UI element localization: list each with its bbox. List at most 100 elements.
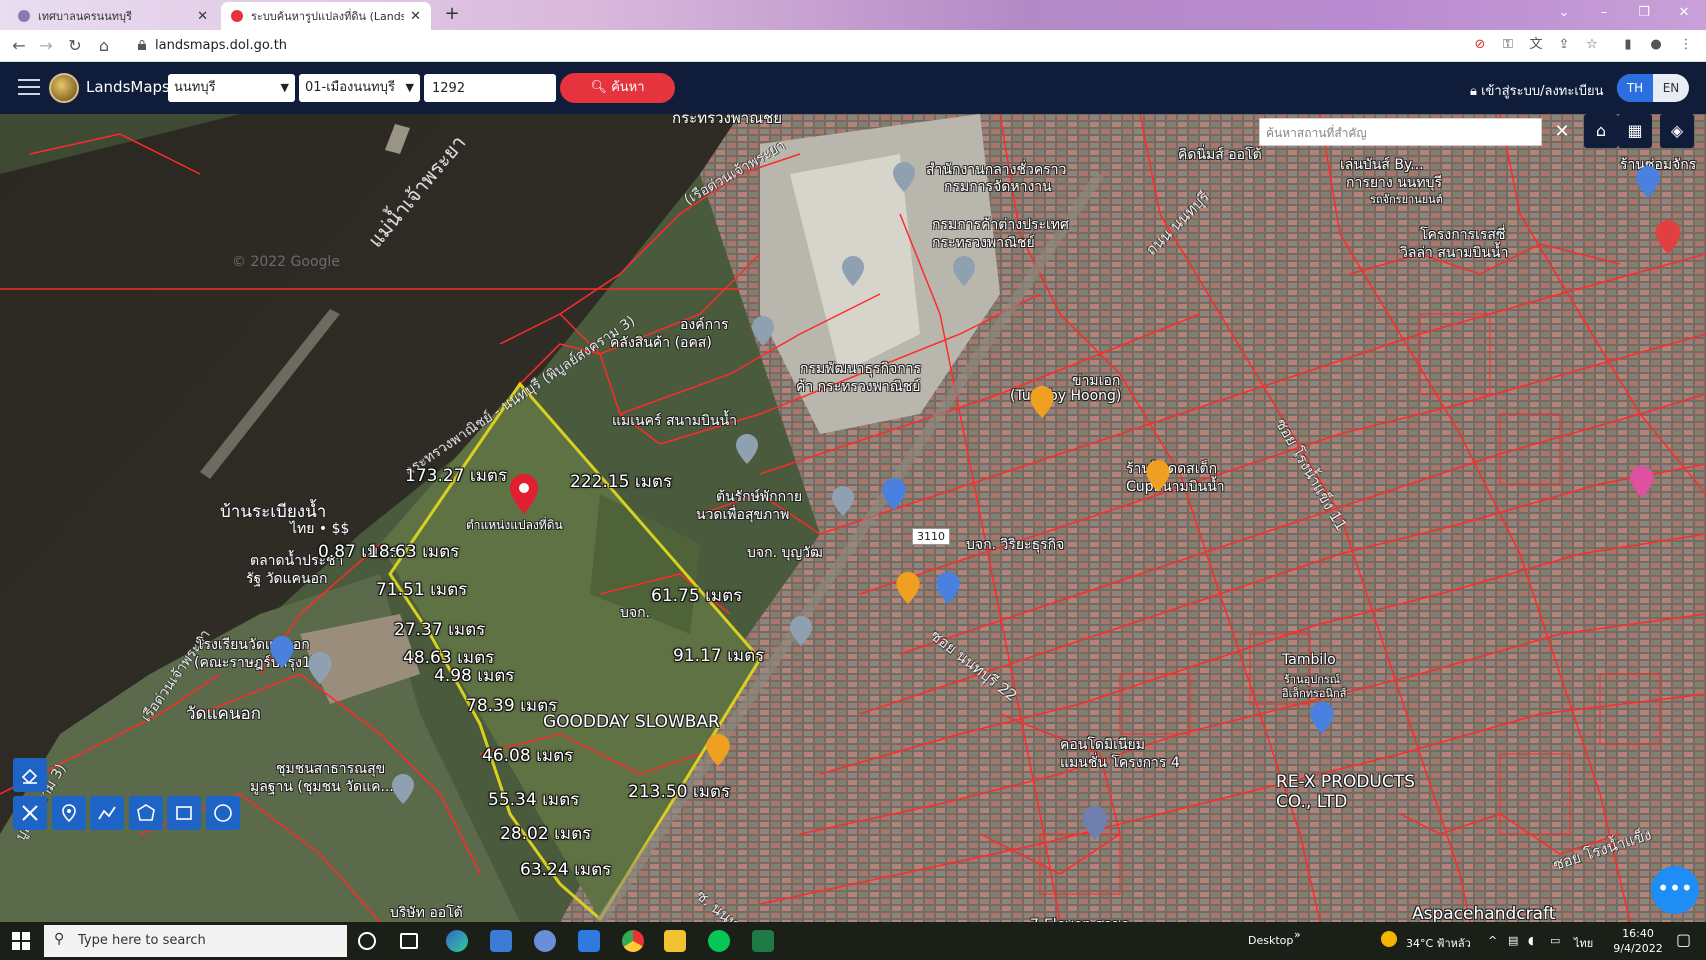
restore-button[interactable]: ❐ bbox=[1624, 0, 1664, 26]
poi-pin-icon[interactable] bbox=[736, 434, 758, 464]
chat-dots-icon: ••• bbox=[1657, 876, 1693, 900]
rectangle-tool-button[interactable] bbox=[167, 796, 201, 830]
windows-start-icon[interactable] bbox=[12, 932, 30, 950]
translate-icon[interactable]: 文 bbox=[1528, 37, 1544, 53]
file-explorer-icon[interactable] bbox=[664, 930, 686, 952]
new-tab-button[interactable]: + bbox=[440, 4, 464, 26]
network-icon[interactable]: ▤ bbox=[1508, 934, 1518, 947]
speaker-icon[interactable]: ◖ bbox=[1528, 934, 1534, 947]
bar-pin-icon[interactable] bbox=[706, 734, 730, 766]
hospital-pin-icon[interactable] bbox=[1655, 220, 1681, 254]
eraser-tool-button[interactable] bbox=[13, 758, 47, 792]
polyline-tool-button[interactable] bbox=[90, 796, 124, 830]
battery-icon[interactable]: ▭ bbox=[1550, 934, 1560, 947]
shop-pin-icon[interactable] bbox=[1310, 702, 1334, 734]
login-register-link[interactable]: 🔒︎ เข้าสู่ระบบ/ลงทะเบียน bbox=[1470, 80, 1604, 101]
forward-arrow-icon[interactable]: → bbox=[36, 36, 56, 56]
cortana-icon[interactable] bbox=[358, 932, 376, 950]
chrome-icon[interactable] bbox=[622, 930, 644, 952]
mail-icon[interactable] bbox=[578, 930, 600, 952]
windows-taskbar: ⚲ Type here to search Desktop » 34°C ฟ้า… bbox=[0, 922, 1706, 960]
tab-search-icon[interactable]: ⌄ bbox=[1544, 0, 1584, 26]
poi-pin-icon[interactable] bbox=[832, 486, 854, 516]
measure-label: 222.15 เมตร bbox=[570, 472, 673, 492]
shop-pin-icon[interactable] bbox=[882, 478, 906, 510]
chevron-icon[interactable]: » bbox=[1294, 928, 1301, 941]
parcel-location-pin-icon[interactable] bbox=[510, 474, 538, 514]
road-number-badge: 3110 bbox=[912, 528, 950, 545]
grid-toggle-button[interactable]: ▦ bbox=[1618, 114, 1652, 148]
map-canvas[interactable]: © 2022 Google แม่น้ำเจ้าพระยา กระทรวงพาณ… bbox=[0, 114, 1706, 922]
blocked-permission-icon[interactable]: ⊘ bbox=[1472, 37, 1488, 53]
poi-pin-icon[interactable] bbox=[953, 256, 975, 286]
map-watermark: © 2022 Google bbox=[232, 254, 340, 270]
poi-pin-icon[interactable] bbox=[893, 162, 915, 192]
search-icon: ⚲ bbox=[54, 931, 65, 947]
restaurant-pin-icon[interactable] bbox=[896, 572, 920, 604]
place-search-input[interactable]: ค้นหาสถานที่สำคัญ bbox=[1259, 118, 1542, 146]
taskbar-clock[interactable]: 16:40 9/4/2022 bbox=[1612, 926, 1664, 956]
lang-en-button[interactable]: EN bbox=[1653, 74, 1689, 102]
key-icon[interactable]: ⚿ bbox=[1500, 37, 1516, 53]
url-text[interactable]: landsmaps.dol.go.th bbox=[155, 36, 287, 56]
side-panel-icon[interactable]: ▮ bbox=[1620, 37, 1636, 53]
input-language-label[interactable]: ไทย bbox=[1574, 934, 1593, 952]
back-arrow-icon[interactable]: ← bbox=[9, 36, 29, 56]
poi-pin-icon[interactable] bbox=[842, 256, 864, 286]
layers-button[interactable]: ◈ bbox=[1660, 114, 1694, 148]
edge-icon[interactable] bbox=[446, 930, 468, 952]
tab-close-icon[interactable]: ✕ bbox=[410, 9, 421, 24]
tab-landsmaps[interactable]: ระบบค้นหารูปแปลงที่ดิน (LandsMaps) ✕ bbox=[221, 2, 431, 30]
notification-icon[interactable]: ▢ bbox=[1676, 930, 1691, 949]
search-button[interactable]: 🔍︎ ค้นหา bbox=[560, 73, 675, 103]
home-view-button[interactable]: ⌂ bbox=[1584, 114, 1618, 148]
window-close-button[interactable]: ✕ bbox=[1664, 0, 1704, 26]
store-icon[interactable] bbox=[490, 930, 512, 952]
bookmark-star-icon[interactable]: ☆ bbox=[1584, 37, 1600, 53]
task-view-icon[interactable] bbox=[400, 933, 418, 949]
place-label: กระทรวงพาณิชย์ bbox=[932, 235, 1035, 251]
reload-icon[interactable]: ↻ bbox=[65, 36, 85, 56]
hamburger-menu-icon[interactable] bbox=[18, 79, 40, 97]
paint-icon[interactable] bbox=[534, 930, 556, 952]
measure-label: 63.24 เมตร bbox=[520, 860, 612, 880]
tab-close-icon[interactable]: ✕ bbox=[197, 9, 208, 24]
parcel-number-input[interactable] bbox=[424, 74, 556, 102]
polygon-tool-button[interactable] bbox=[129, 796, 163, 830]
taskbar-search-box[interactable]: ⚲ Type here to search bbox=[44, 925, 347, 957]
restaurant-pin-icon[interactable] bbox=[1146, 460, 1170, 492]
poi-pin-icon[interactable] bbox=[752, 316, 774, 346]
lang-th-button[interactable]: TH bbox=[1617, 74, 1653, 102]
poi-pin-icon[interactable] bbox=[392, 774, 414, 804]
browser-menu-icon[interactable]: ⋮ bbox=[1678, 37, 1694, 53]
circle-tool-button[interactable] bbox=[206, 796, 240, 830]
parking-pin-icon[interactable] bbox=[1082, 806, 1108, 840]
chat-button[interactable]: ••• bbox=[1651, 866, 1699, 914]
share-icon[interactable]: ⇪ bbox=[1556, 37, 1572, 53]
shop-pin-icon[interactable] bbox=[936, 572, 960, 604]
minimize-button[interactable]: – bbox=[1584, 0, 1624, 26]
district-select[interactable]: 01-เมืองนนทบุรี ▼ bbox=[299, 74, 420, 102]
profile-avatar-icon[interactable]: ● bbox=[1648, 37, 1664, 53]
province-select[interactable]: นนทบุรี ▼ bbox=[168, 74, 295, 102]
tab-nonthaburi-municipality[interactable]: เทศบาลนครนนทบุรี ✕ bbox=[8, 2, 218, 30]
restaurant-pin-icon[interactable] bbox=[1030, 386, 1054, 418]
home-icon[interactable]: ⌂ bbox=[94, 36, 114, 56]
excel-icon[interactable] bbox=[752, 930, 774, 952]
pink-pin-icon[interactable] bbox=[1630, 466, 1654, 498]
landsmaps-logo bbox=[49, 73, 79, 103]
line-app-icon[interactable] bbox=[708, 930, 730, 952]
weather-label[interactable]: 34°C ฟ้าหลัว bbox=[1406, 934, 1471, 952]
shop-pin-icon[interactable] bbox=[1636, 166, 1660, 198]
shop-pin-icon[interactable] bbox=[270, 636, 294, 668]
desktop-toolbar-label[interactable]: Desktop bbox=[1248, 934, 1293, 947]
school-pin-icon[interactable] bbox=[308, 652, 332, 684]
measure-tool-button[interactable] bbox=[13, 796, 47, 830]
marker-tool-button[interactable] bbox=[52, 796, 86, 830]
lock-icon: 🔒︎ bbox=[1470, 84, 1477, 99]
circle-icon bbox=[214, 804, 232, 822]
tray-expand-icon[interactable]: ^ bbox=[1488, 934, 1497, 947]
measure-label: 4.98 เมตร bbox=[434, 666, 515, 686]
poi-pin-icon[interactable] bbox=[790, 616, 812, 646]
clear-search-icon[interactable]: ✕ bbox=[1550, 120, 1574, 144]
